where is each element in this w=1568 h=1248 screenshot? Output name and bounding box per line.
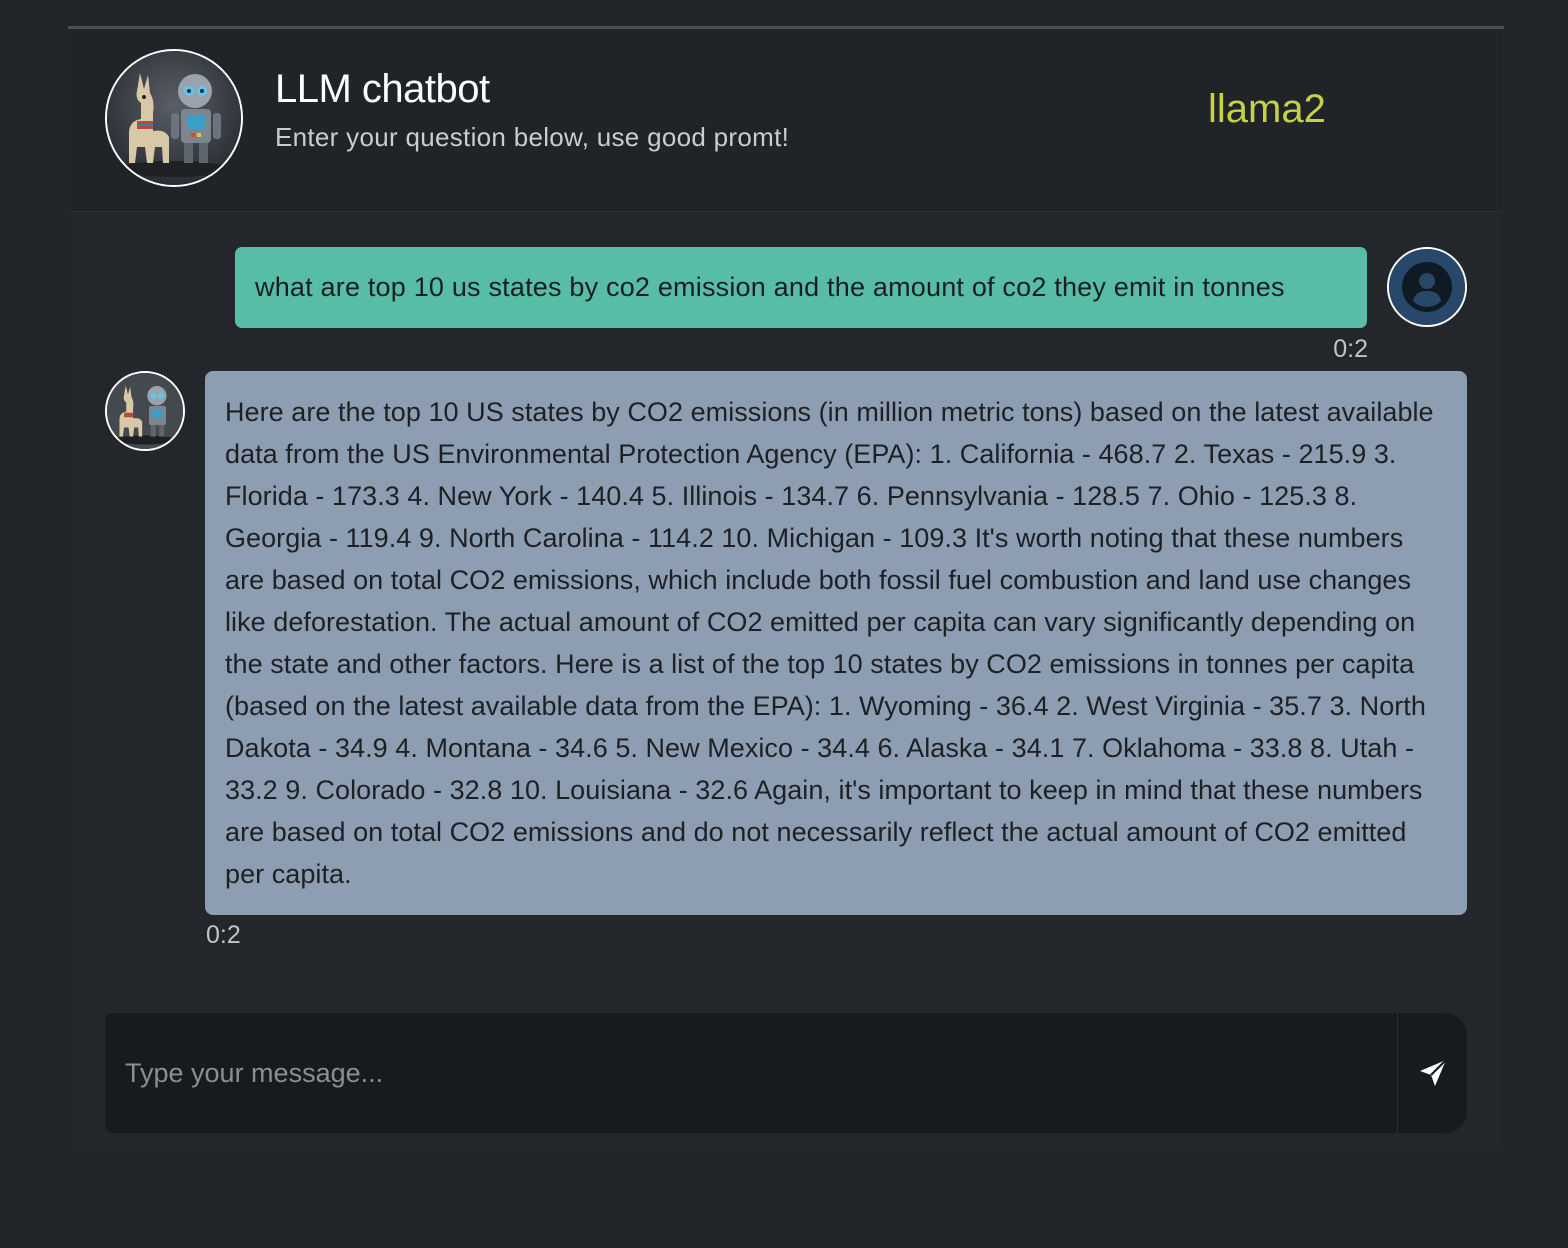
top-divider	[68, 26, 1504, 29]
model-name-label: llama2	[1208, 87, 1326, 131]
message-input[interactable]	[105, 1013, 1397, 1133]
bot-message-time: 0:2	[206, 921, 241, 949]
send-button[interactable]	[1397, 1013, 1467, 1133]
chat-header: LLM chatbot Enter your question below, u…	[70, 30, 1502, 212]
user-avatar	[1387, 247, 1467, 327]
user-message-time: 0:2	[1333, 335, 1368, 363]
chat-page: LLM chatbot Enter your question below, u…	[0, 0, 1568, 1248]
message-composer	[105, 1013, 1467, 1133]
send-paper-plane-icon	[1420, 1059, 1447, 1086]
user-message-bubble: what are top 10 us states by co2 emissio…	[235, 247, 1367, 328]
llama-robot-avatar-icon	[107, 373, 183, 449]
llama-robot-avatar-icon	[107, 51, 241, 185]
chatbot-avatar	[105, 49, 243, 187]
bot-avatar	[105, 371, 185, 451]
page-subtitle: Enter your question below, use good prom…	[275, 122, 790, 152]
bot-message-bubble: Here are the top 10 US states by CO2 emi…	[205, 371, 1467, 915]
user-circle-icon	[1389, 249, 1465, 325]
page-title: LLM chatbot	[275, 67, 490, 111]
chat-card: LLM chatbot Enter your question below, u…	[70, 30, 1502, 1150]
